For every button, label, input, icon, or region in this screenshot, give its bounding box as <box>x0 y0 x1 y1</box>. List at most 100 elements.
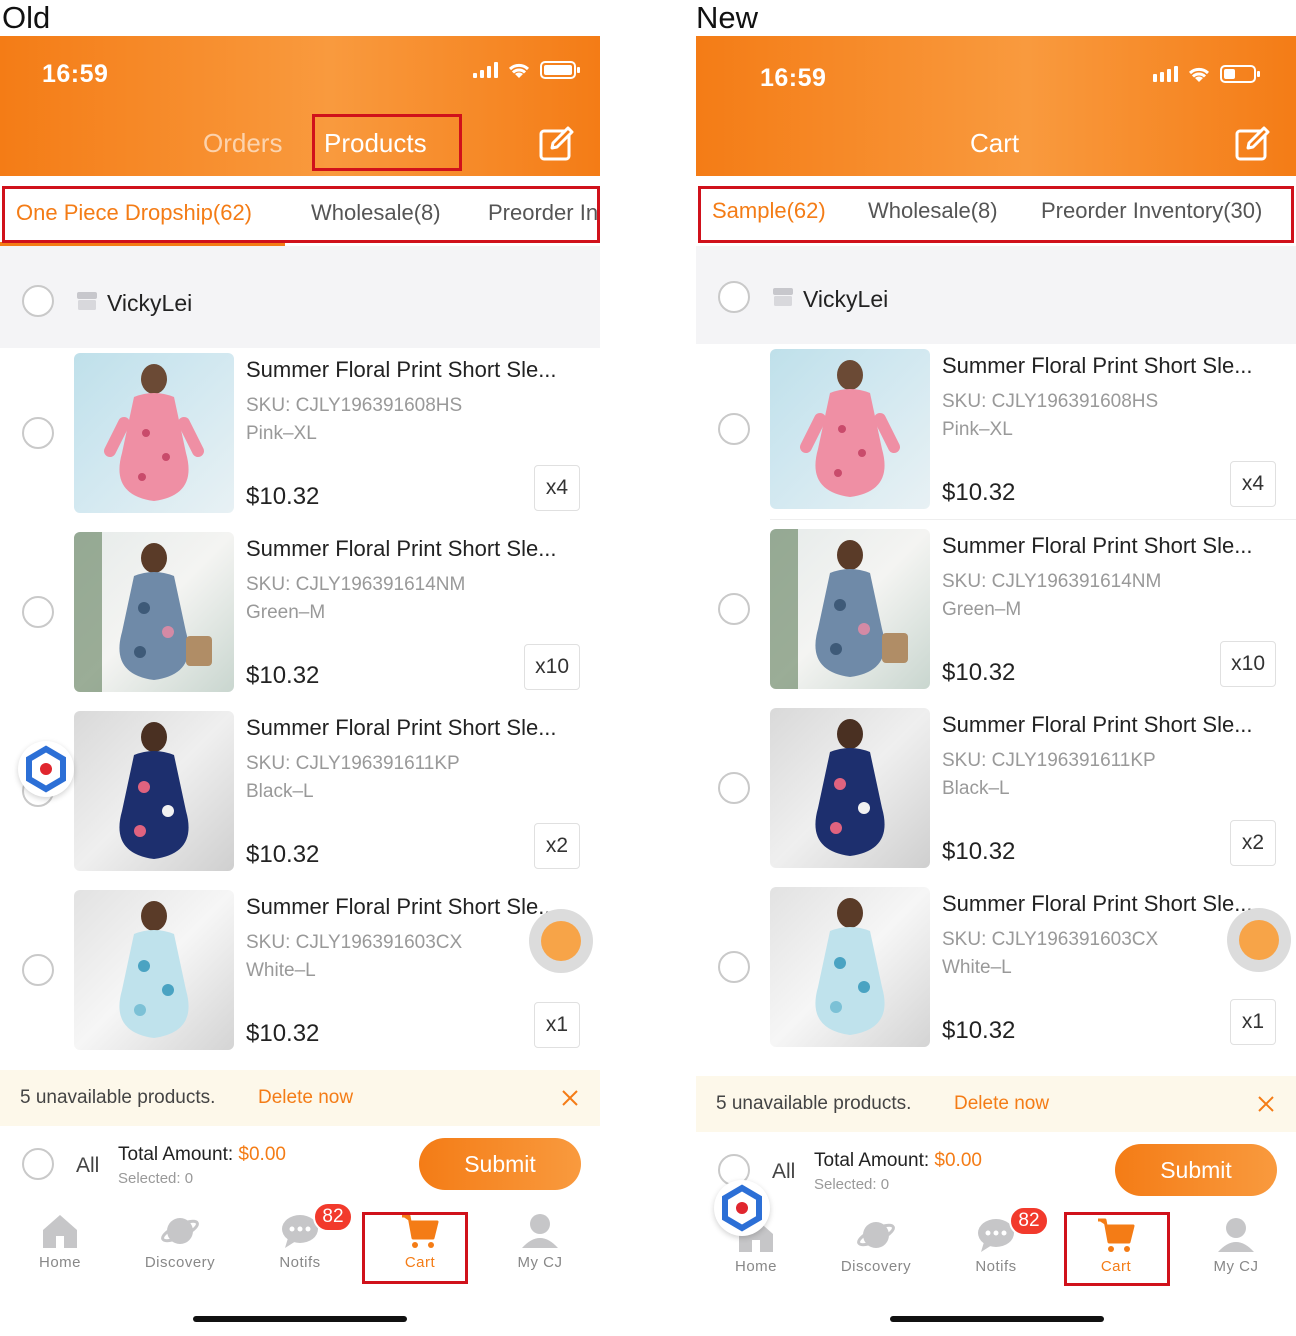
highlight-category-tabs <box>2 186 600 243</box>
product-image[interactable] <box>74 890 234 1050</box>
quantity-button[interactable]: x10 <box>524 644 580 690</box>
signal-icon <box>1153 66 1178 82</box>
signal-icon <box>473 62 498 78</box>
total-amount: Total Amount: $0.00 <box>814 1150 982 1171</box>
store-select-checkbox[interactable] <box>22 285 54 317</box>
item-select-checkbox[interactable] <box>22 596 54 628</box>
delete-now-link[interactable]: Delete now <box>954 1093 1049 1115</box>
product-image[interactable] <box>770 349 930 509</box>
home-indicator <box>890 1316 1104 1322</box>
product-image[interactable] <box>74 711 234 871</box>
product-image[interactable] <box>74 532 234 692</box>
product-item: Summer Floral Print Short Sle... SKU: CJ… <box>0 532 600 711</box>
item-divider <box>770 519 1296 520</box>
battery-icon <box>1220 65 1260 83</box>
status-time: 16:59 <box>760 64 827 92</box>
product-title[interactable]: Summer Floral Print Short Sle... <box>246 715 581 741</box>
product-title[interactable]: Summer Floral Print Short Sle... <box>246 357 581 383</box>
wifi-icon <box>1188 67 1210 82</box>
product-item: Summer Floral Print Short Sle... SKU: CJ… <box>0 353 600 532</box>
product-title[interactable]: Summer Floral Print Short Sle... <box>942 712 1277 738</box>
nav-my-cj[interactable]: My CJ <box>490 1212 590 1271</box>
product-title[interactable]: Summer Floral Print Short Sle... <box>942 533 1277 559</box>
product-image[interactable] <box>770 708 930 868</box>
item-select-checkbox[interactable] <box>22 417 54 449</box>
close-icon[interactable] <box>1256 1094 1276 1114</box>
edit-icon[interactable] <box>538 126 574 162</box>
product-title[interactable]: Summer Floral Print Short Sle... <box>942 353 1277 379</box>
product-sku: SKU: CJLY196391614NM <box>942 571 1162 592</box>
tab-orders[interactable]: Orders <box>203 128 282 159</box>
submit-button[interactable]: Submit <box>1115 1144 1277 1196</box>
floating-assistant-icon[interactable] <box>18 741 74 797</box>
product-item: Summer Floral Print Short Sle... SKU: CJ… <box>696 708 1296 887</box>
product-item: Summer Floral Print Short Sle... SKU: CJ… <box>696 529 1296 708</box>
close-icon[interactable] <box>560 1088 580 1108</box>
product-variant: Black–L <box>246 781 314 802</box>
product-price: $10.32 <box>246 841 320 868</box>
old-screen: 16:59 Orders Products One Piece Dropship… <box>0 36 600 1336</box>
total-amount: Total Amount: $0.00 <box>118 1144 286 1165</box>
product-variant: Black–L <box>942 778 1010 799</box>
product-item: Summer Floral Print Short Sle... SKU: CJ… <box>0 711 600 890</box>
planet-icon <box>161 1218 199 1244</box>
quantity-button[interactable]: x2 <box>1230 820 1276 866</box>
floating-network-icon[interactable] <box>529 909 593 973</box>
product-title[interactable]: Summer Floral Print Short Sle... <box>942 891 1277 917</box>
nav-my-cj[interactable]: My CJ <box>1186 1216 1286 1275</box>
section-gap <box>0 246 600 266</box>
product-title[interactable]: Summer Floral Print Short Sle... <box>246 536 581 562</box>
item-select-checkbox[interactable] <box>718 413 750 445</box>
quantity-button[interactable]: x1 <box>1230 999 1276 1045</box>
select-all-checkbox[interactable] <box>22 1148 54 1180</box>
quantity-button[interactable]: x10 <box>1220 641 1276 687</box>
item-select-checkbox[interactable] <box>718 951 750 983</box>
product-image[interactable] <box>770 887 930 1047</box>
nav-discovery[interactable]: Discovery <box>130 1212 230 1271</box>
select-all-label[interactable]: All <box>76 1154 99 1178</box>
edit-icon[interactable] <box>1234 126 1270 162</box>
store-select-checkbox[interactable] <box>718 281 750 313</box>
nav-discovery[interactable]: Discovery <box>826 1216 926 1275</box>
delete-now-link[interactable]: Delete now <box>258 1087 353 1109</box>
product-image[interactable] <box>770 529 930 689</box>
product-sku: SKU: CJLY196391611KP <box>942 750 1156 771</box>
product-variant: Green–M <box>942 599 1022 620</box>
submit-button[interactable]: Submit <box>419 1138 581 1190</box>
product-variant: Green–M <box>246 602 326 623</box>
product-price: $10.32 <box>942 838 1016 865</box>
store-icon <box>773 288 793 306</box>
product-item: Summer Floral Print Short Sle... SKU: CJ… <box>696 887 1296 1066</box>
product-sku: SKU: CJLY196391614NM <box>246 574 466 595</box>
product-sku: SKU: CJLY196391603CX <box>942 929 1159 950</box>
unavailable-warning: 5 unavailable products. Delete now <box>0 1070 600 1126</box>
home-icon <box>43 1215 77 1248</box>
floating-assistant-icon[interactable] <box>714 1180 770 1236</box>
home-indicator <box>193 1316 407 1322</box>
header-tabs: Orders Products <box>0 124 600 168</box>
item-select-checkbox[interactable] <box>718 772 750 804</box>
quantity-button[interactable]: x1 <box>534 1002 580 1048</box>
quantity-button[interactable]: x2 <box>534 823 580 869</box>
product-variant: Pink–XL <box>942 419 1013 440</box>
store-row: VickyLei <box>0 264 600 348</box>
floating-network-icon[interactable] <box>1227 908 1291 972</box>
product-price: $10.32 <box>246 483 320 510</box>
item-select-checkbox[interactable] <box>22 954 54 986</box>
store-name: VickyLei <box>107 290 193 316</box>
quantity-button[interactable]: x4 <box>534 465 580 511</box>
page-title: Cart <box>970 128 1020 158</box>
old-label: Old <box>2 0 51 35</box>
highlight-cart-tab <box>362 1212 468 1284</box>
product-image[interactable] <box>74 353 234 513</box>
product-title[interactable]: Summer Floral Print Short Sle... <box>246 894 581 920</box>
section-gap <box>696 1066 1296 1076</box>
product-sku: SKU: CJLY196391608HS <box>246 395 463 416</box>
warning-text: 5 unavailable products. <box>716 1093 912 1114</box>
product-sku: SKU: CJLY196391603CX <box>246 932 463 953</box>
item-select-checkbox[interactable] <box>718 593 750 625</box>
nav-home[interactable]: Home <box>10 1212 110 1271</box>
select-all-label[interactable]: All <box>772 1160 795 1184</box>
quantity-button[interactable]: x4 <box>1230 461 1276 507</box>
comparison-root: Old New 16:59 Orders Products One Piece … <box>0 0 1296 1336</box>
